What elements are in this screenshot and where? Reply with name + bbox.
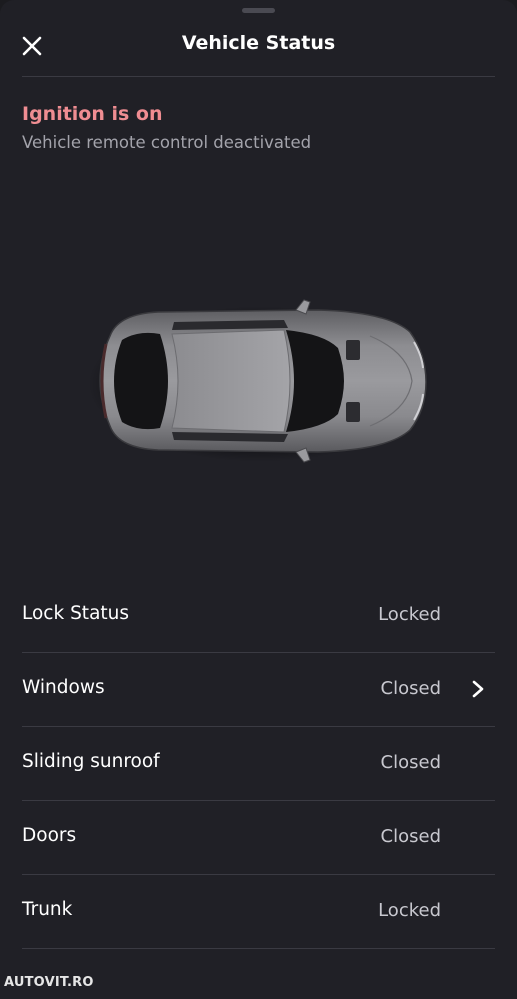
status-row-label: Windows xyxy=(22,677,105,698)
ignition-status-title: Ignition is on xyxy=(22,103,163,125)
status-list: Lock Status Locked Windows Closed Slidin… xyxy=(22,579,495,949)
status-row-label: Trunk xyxy=(22,899,73,920)
status-row-value: Closed xyxy=(380,826,441,847)
status-row-sunroof: Sliding sunroof Closed xyxy=(22,727,495,801)
status-row-trunk: Trunk Locked xyxy=(22,875,495,949)
status-row-label: Doors xyxy=(22,825,77,846)
sheet-grabber-handle[interactable] xyxy=(242,8,275,13)
status-row-value: Locked xyxy=(378,900,441,921)
status-row-windows[interactable]: Windows Closed xyxy=(22,653,495,727)
car-top-view-image xyxy=(88,296,432,466)
header: Vehicle Status xyxy=(0,22,517,68)
header-divider xyxy=(22,76,495,77)
status-row-label: Lock Status xyxy=(22,603,130,624)
chevron-right-icon[interactable] xyxy=(469,679,487,699)
status-row-label: Sliding sunroof xyxy=(22,751,160,772)
page-title: Vehicle Status xyxy=(181,32,336,54)
status-row-lock: Lock Status Locked xyxy=(22,579,495,653)
vehicle-status-sheet: Vehicle Status Ignition is on Vehicle re… xyxy=(0,0,517,999)
status-row-value: Closed xyxy=(380,678,441,699)
watermark-logo: AUTOVIT.RO xyxy=(4,975,94,990)
status-row-doors: Doors Closed xyxy=(22,801,495,875)
ignition-status-subtitle: Vehicle remote control deactivated xyxy=(22,133,312,152)
status-row-value: Closed xyxy=(380,752,441,773)
status-row-value: Locked xyxy=(378,604,441,625)
